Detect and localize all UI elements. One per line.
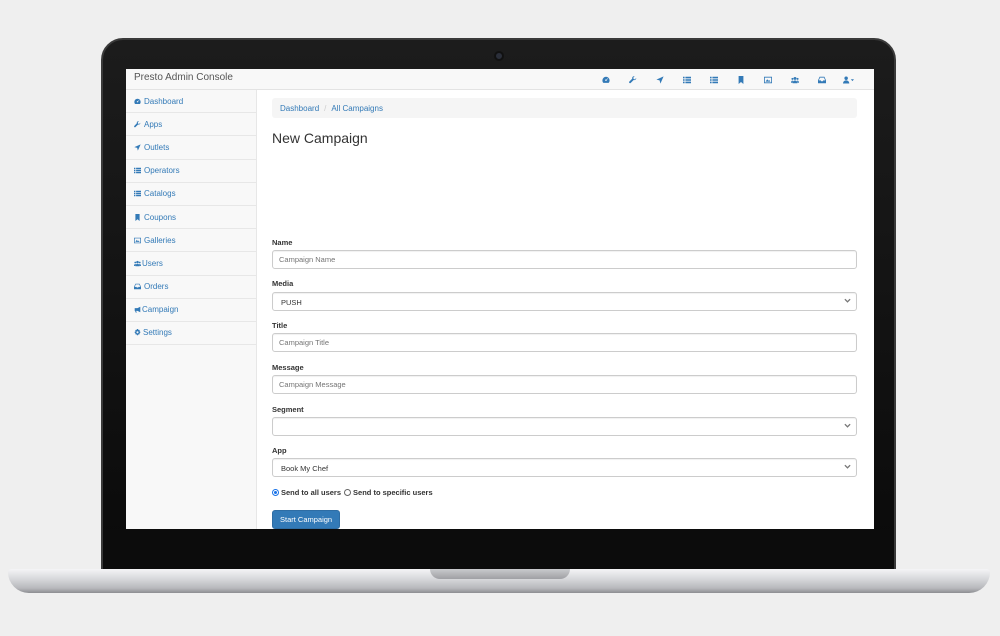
breadcrumb-all-campaigns-link[interactable]: All Campaigns bbox=[331, 104, 383, 113]
image-icon bbox=[134, 237, 141, 244]
app-select[interactable]: Book My Chef bbox=[272, 458, 857, 477]
list-icon bbox=[134, 191, 141, 197]
title-label: Title bbox=[272, 321, 288, 330]
media-select-value: PUSH bbox=[281, 298, 302, 307]
send-specific-users-label[interactable]: Send to specific users bbox=[353, 488, 433, 497]
sidebar-item-orders[interactable]: Orders bbox=[126, 276, 256, 299]
top-navbar: Presto Admin Console bbox=[126, 69, 874, 90]
sidebar-item-galleries[interactable]: Galleries bbox=[126, 229, 256, 253]
chevron-down-icon bbox=[844, 297, 852, 305]
sidebar-item-label: Coupons bbox=[144, 212, 177, 222]
sidebar-item-coupons[interactable]: Coupons bbox=[126, 206, 256, 230]
media-label: Media bbox=[272, 279, 294, 288]
send-all-users-radio[interactable] bbox=[272, 489, 279, 496]
sidebar-item-dashboard[interactable]: Dashboard bbox=[126, 90, 256, 114]
app-select-value: Book My Chef bbox=[281, 464, 329, 473]
webcam bbox=[494, 51, 504, 61]
sidebar-item-outlets[interactable]: Outlets bbox=[126, 136, 256, 160]
bullhorn-icon bbox=[134, 306, 141, 313]
breadcrumb: Dashboard / All Campaigns bbox=[272, 98, 857, 118]
segment-select[interactable] bbox=[272, 417, 857, 436]
list-icon[interactable] bbox=[673, 69, 700, 90]
breadcrumb-dashboard-link[interactable]: Dashboard bbox=[280, 104, 319, 113]
chevron-down-icon bbox=[844, 422, 852, 430]
send-all-users-label[interactable]: Send to all users bbox=[281, 488, 341, 497]
dashboard-icon[interactable] bbox=[592, 69, 619, 90]
sidebar-item-catalogs[interactable]: Catalogs bbox=[126, 183, 256, 206]
user-menu-icon[interactable] bbox=[835, 69, 862, 90]
start-campaign-button[interactable]: Start Campaign bbox=[272, 510, 341, 529]
sidebar-item-label: Outlets bbox=[144, 142, 170, 152]
page-title: New Campaign bbox=[272, 130, 368, 146]
campaign-title-input[interactable] bbox=[272, 333, 857, 352]
sidebar-item-label: Users bbox=[142, 258, 163, 268]
sidebar-item-label: Galleries bbox=[144, 235, 176, 245]
wrench-icon[interactable] bbox=[619, 69, 646, 90]
sidebar-item-label: Dashboard bbox=[144, 96, 184, 106]
sidebar-item-label: Apps bbox=[144, 119, 163, 129]
sidebar-item-label: Campaign bbox=[142, 305, 179, 315]
send-specific-users-radio[interactable] bbox=[344, 489, 352, 496]
breadcrumb-separator: / bbox=[324, 104, 327, 113]
message-label: Message bbox=[272, 363, 304, 372]
sidebar-item-label: Operators bbox=[144, 166, 180, 176]
media-select[interactable]: PUSH bbox=[272, 292, 857, 311]
sidebar-item-label: Settings bbox=[143, 328, 172, 338]
wrench-icon bbox=[134, 121, 141, 128]
segment-label: Segment bbox=[272, 405, 304, 414]
sidebar-item-operators[interactable]: Operators bbox=[126, 160, 256, 183]
image-icon[interactable] bbox=[754, 69, 781, 90]
users-icon[interactable] bbox=[781, 69, 808, 90]
gear-icon bbox=[134, 329, 141, 336]
chevron-down-icon bbox=[844, 463, 852, 471]
bookmark-icon[interactable] bbox=[727, 69, 754, 90]
bookmark-icon bbox=[135, 213, 140, 221]
laptop-chin bbox=[103, 529, 894, 569]
inbox-icon[interactable] bbox=[808, 69, 835, 90]
audience-radio-group: Send to all users Send to specific users bbox=[272, 488, 433, 497]
sidebar-item-apps[interactable]: Apps bbox=[126, 113, 256, 137]
sidebar-item-settings[interactable]: Settings bbox=[126, 322, 256, 346]
dashboard-icon bbox=[134, 98, 141, 104]
sidebar: Dashboard Apps Outlets Operators Catalog… bbox=[126, 90, 257, 529]
sidebar-item-users[interactable]: Users bbox=[126, 252, 256, 276]
inbox-icon bbox=[134, 283, 141, 290]
app-title[interactable]: Presto Admin Console bbox=[134, 72, 233, 83]
sidebar-item-campaign[interactable]: Campaign bbox=[126, 299, 256, 322]
location-arrow-icon[interactable] bbox=[646, 69, 673, 90]
name-label: Name bbox=[272, 238, 293, 247]
list-icon[interactable] bbox=[700, 69, 727, 90]
app-label: App bbox=[272, 446, 287, 455]
campaign-message-input[interactable] bbox=[272, 375, 857, 394]
campaign-name-input[interactable] bbox=[272, 250, 857, 269]
location-arrow-icon bbox=[134, 144, 141, 151]
users-icon bbox=[134, 260, 141, 267]
sidebar-item-label: Catalogs bbox=[144, 189, 176, 199]
app-screen: Presto Admin Console Dashboard Apps Outl… bbox=[126, 69, 874, 529]
sidebar-item-label: Orders bbox=[144, 282, 169, 292]
main-content: Dashboard / All Campaigns New Campaign Nam… bbox=[257, 90, 874, 529]
list-icon bbox=[134, 167, 141, 174]
navbar-icons bbox=[592, 69, 862, 90]
laptop-notch bbox=[430, 569, 570, 579]
